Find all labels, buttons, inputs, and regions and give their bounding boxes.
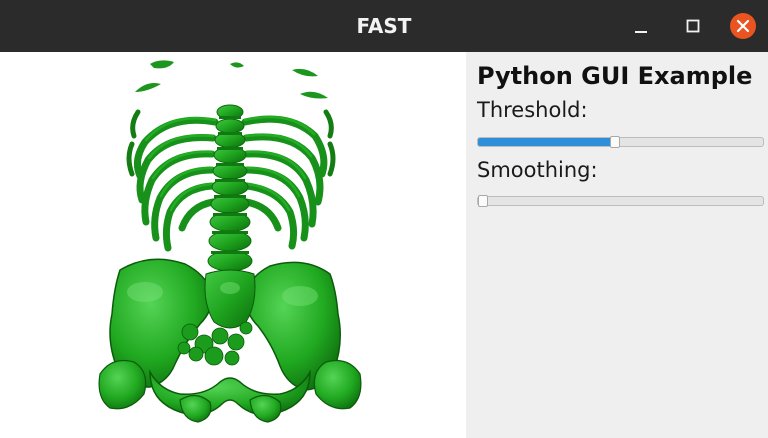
maximize-icon bbox=[686, 19, 700, 33]
threshold-label: Threshold: bbox=[477, 98, 588, 122]
smoothing-slider[interactable] bbox=[477, 195, 764, 207]
smoothing-slider-handle[interactable] bbox=[478, 195, 488, 207]
close-button[interactable] bbox=[726, 9, 760, 43]
render-viewport[interactable] bbox=[0, 52, 466, 438]
minimize-button[interactable] bbox=[624, 9, 658, 43]
smoothing-label: Smoothing: bbox=[477, 158, 598, 182]
threshold-slider[interactable] bbox=[477, 136, 764, 148]
close-icon bbox=[730, 13, 756, 39]
minimize-icon bbox=[635, 31, 647, 33]
control-panel: Python GUI Example Threshold: Smoothing: bbox=[466, 52, 768, 438]
panel-heading: Python GUI Example bbox=[477, 62, 753, 90]
maximize-button[interactable] bbox=[676, 9, 710, 43]
threshold-slider-handle[interactable] bbox=[610, 136, 620, 148]
smoothing-slider-groove bbox=[477, 196, 764, 206]
skeleton-render-image bbox=[98, 60, 362, 423]
title-bar: FAST bbox=[0, 0, 768, 52]
threshold-slider-fill bbox=[478, 138, 612, 146]
